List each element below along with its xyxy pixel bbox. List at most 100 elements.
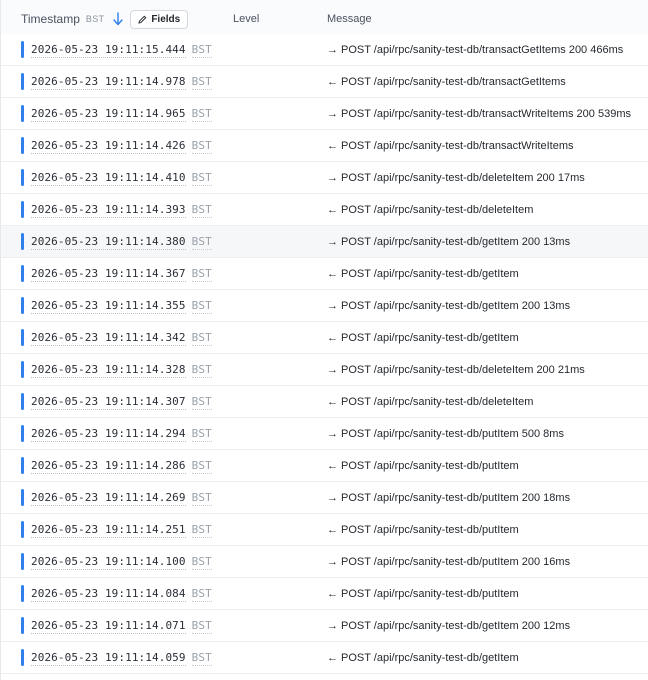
log-row[interactable]: 2026-05-23 19:11:14.342 BST ← POST /api/rpc… bbox=[1, 322, 648, 354]
log-row[interactable]: 2026-05-23 19:11:14.426 BST ← POST /api/rpc… bbox=[1, 130, 648, 162]
level-indicator bbox=[21, 425, 24, 442]
message-cell: → POST /api/rpc/sanity-test-db/transactWr… bbox=[327, 98, 631, 130]
direction-arrow-icon: ← bbox=[327, 332, 338, 344]
timestamp-value: 2026-05-23 19:11:14.380 bbox=[31, 235, 186, 250]
message-text: POST /api/rpc/sanity-test-db/transactWri… bbox=[341, 108, 631, 120]
message-cell: ← POST /api/rpc/sanity-test-db/transactWr… bbox=[327, 130, 574, 162]
log-row[interactable]: 2026-05-23 19:11:14.965 BST → POST /api/rpc… bbox=[1, 98, 648, 130]
log-row[interactable]: 2026-05-23 19:11:14.269 BST → POST /api/rpc… bbox=[1, 482, 648, 514]
message-text: POST /api/rpc/sanity-test-db/deleteItem bbox=[341, 396, 534, 408]
timestamp-cell[interactable]: 2026-05-23 19:11:14.294 BST bbox=[31, 418, 212, 450]
message-column-header[interactable]: Message bbox=[327, 0, 372, 38]
timestamp-timezone: BST bbox=[191, 75, 212, 90]
timestamp-cell[interactable]: 2026-05-23 19:11:14.342 BST bbox=[31, 322, 212, 354]
timestamp-cell[interactable]: 2026-05-23 19:11:14.393 BST bbox=[31, 194, 212, 226]
timestamp-timezone: BST bbox=[191, 299, 212, 314]
direction-arrow-icon: → bbox=[327, 428, 338, 440]
log-row[interactable]: 2026-05-23 19:11:14.100 BST → POST /api/rpc… bbox=[1, 546, 648, 578]
log-row[interactable]: 2026-05-23 19:11:14.355 BST → POST /api/rpc… bbox=[1, 290, 648, 322]
timestamp-cell[interactable]: 2026-05-23 19:11:14.328 BST bbox=[31, 354, 212, 386]
level-indicator bbox=[21, 553, 24, 570]
timestamp-column-header[interactable]: Timestamp BST Fields bbox=[21, 0, 189, 38]
message-text: POST /api/rpc/sanity-test-db/putItem 200… bbox=[341, 492, 571, 504]
timestamp-timezone: BST bbox=[191, 331, 212, 346]
timestamp-cell[interactable]: 2026-05-23 19:11:14.251 BST bbox=[31, 514, 212, 546]
level-indicator bbox=[21, 265, 24, 282]
timestamp-cell[interactable]: 2026-05-23 19:11:14.084 BST bbox=[31, 578, 212, 610]
timestamp-cell[interactable]: 2026-05-23 19:11:14.286 BST bbox=[31, 450, 212, 482]
timestamp-value: 2026-05-23 19:11:14.251 bbox=[31, 523, 186, 538]
timestamp-cell[interactable]: 2026-05-23 19:11:14.978 BST bbox=[31, 66, 212, 98]
log-row[interactable]: 2026-05-23 19:11:14.071 BST → POST /api/rpc… bbox=[1, 610, 648, 642]
level-indicator bbox=[21, 617, 24, 634]
log-row[interactable]: 2026-05-23 19:11:14.059 BST ← POST /api/rpc… bbox=[1, 642, 648, 674]
log-row[interactable]: 2026-05-23 19:11:14.380 BST → POST /api/rpc… bbox=[1, 226, 648, 258]
timestamp-timezone: BST bbox=[191, 235, 212, 250]
direction-arrow-icon: → bbox=[327, 44, 338, 56]
sort-descending-icon[interactable] bbox=[112, 11, 124, 27]
message-cell: → POST /api/rpc/sanity-test-db/getItem 20… bbox=[327, 290, 570, 322]
message-text: POST /api/rpc/sanity-test-db/putItem bbox=[341, 588, 519, 600]
log-row[interactable]: 2026-05-23 19:11:14.393 BST ← POST /api/rpc… bbox=[1, 194, 648, 226]
timestamp-value: 2026-05-23 19:11:14.307 bbox=[31, 395, 186, 410]
timestamp-value: 2026-05-23 19:11:14.410 bbox=[31, 171, 186, 186]
timestamp-timezone: BST bbox=[191, 491, 212, 506]
timezone-label: BST bbox=[85, 14, 105, 24]
message-text: POST /api/rpc/sanity-test-db/deleteItem … bbox=[341, 364, 585, 376]
timestamp-cell[interactable]: 2026-05-23 19:11:14.071 BST bbox=[31, 610, 212, 642]
level-indicator bbox=[21, 297, 24, 314]
message-text: POST /api/rpc/sanity-test-db/getItem bbox=[341, 652, 519, 664]
log-row[interactable]: 2026-05-23 19:11:14.294 BST → POST /api/rpc… bbox=[1, 418, 648, 450]
message-text: POST /api/rpc/sanity-test-db/putItem bbox=[341, 460, 519, 472]
message-text: POST /api/rpc/sanity-test-db/getItem 200… bbox=[341, 300, 571, 312]
message-text: POST /api/rpc/sanity-test-db/transactWri… bbox=[341, 140, 574, 152]
log-row[interactable]: 2026-05-23 19:11:14.084 BST ← POST /api/rpc… bbox=[1, 578, 648, 610]
log-row[interactable]: 2026-05-23 19:11:14.978 BST ← POST /api/rpc… bbox=[1, 66, 648, 98]
message-cell: ← POST /api/rpc/sanity-test-db/putItem bbox=[327, 514, 519, 546]
direction-arrow-icon: → bbox=[327, 492, 338, 504]
timestamp-cell[interactable]: 2026-05-23 19:11:14.100 BST bbox=[31, 546, 212, 578]
log-row[interactable]: 2026-05-23 19:11:14.286 BST ← POST /api/rpc… bbox=[1, 450, 648, 482]
timestamp-cell[interactable]: 2026-05-23 19:11:14.059 BST bbox=[31, 642, 212, 674]
level-indicator bbox=[21, 457, 24, 474]
message-text: POST /api/rpc/sanity-test-db/putItem 200… bbox=[341, 556, 571, 568]
message-text: POST /api/rpc/sanity-test-db/deleteItem bbox=[341, 204, 534, 216]
timestamp-timezone: BST bbox=[191, 651, 212, 666]
fields-button-label: Fields bbox=[151, 13, 181, 25]
direction-arrow-icon: ← bbox=[327, 652, 338, 664]
level-column-header[interactable]: Level bbox=[233, 0, 259, 38]
timestamp-timezone: BST bbox=[191, 555, 212, 570]
timestamp-cell[interactable]: 2026-05-23 19:11:14.355 BST bbox=[31, 290, 212, 322]
message-text: POST /api/rpc/sanity-test-db/getItem 200… bbox=[341, 236, 571, 248]
timestamp-cell[interactable]: 2026-05-23 19:11:14.269 BST bbox=[31, 482, 212, 514]
timestamp-timezone: BST bbox=[191, 171, 212, 186]
log-row[interactable]: 2026-05-23 19:11:14.307 BST ← POST /api/rpc… bbox=[1, 386, 648, 418]
level-indicator bbox=[21, 489, 24, 506]
log-row[interactable]: 2026-05-23 19:11:14.251 BST ← POST /api/rpc… bbox=[1, 514, 648, 546]
level-indicator bbox=[21, 521, 24, 538]
timestamp-cell[interactable]: 2026-05-23 19:11:14.380 BST bbox=[31, 226, 212, 258]
log-row[interactable]: 2026-05-23 19:11:14.367 BST ← POST /api/rpc… bbox=[1, 258, 648, 290]
timestamp-cell[interactable]: 2026-05-23 19:11:15.444 BST bbox=[31, 34, 212, 66]
direction-arrow-icon: ← bbox=[327, 204, 338, 216]
direction-arrow-icon: → bbox=[327, 556, 338, 568]
fields-button[interactable]: Fields bbox=[130, 9, 189, 29]
log-table: Timestamp BST Fields Level Message 2026-… bbox=[0, 0, 648, 680]
log-row[interactable]: 2026-05-23 19:11:15.444 BST → POST /api/rpc… bbox=[1, 34, 648, 66]
timestamp-timezone: BST bbox=[191, 395, 212, 410]
log-row[interactable]: 2026-05-23 19:11:14.328 BST → POST /api/rpc… bbox=[1, 354, 648, 386]
timestamp-cell[interactable]: 2026-05-23 19:11:14.367 BST bbox=[31, 258, 212, 290]
message-text: POST /api/rpc/sanity-test-db/putItem bbox=[341, 524, 519, 536]
message-cell: → POST /api/rpc/sanity-test-db/deleteItem… bbox=[327, 162, 585, 194]
timestamp-value: 2026-05-23 19:11:14.342 bbox=[31, 331, 186, 346]
pencil-icon bbox=[138, 15, 147, 24]
message-cell: → POST /api/rpc/sanity-test-db/getItem 20… bbox=[327, 226, 570, 258]
timestamp-value: 2026-05-23 19:11:14.071 bbox=[31, 619, 186, 634]
level-indicator bbox=[21, 329, 24, 346]
timestamp-cell[interactable]: 2026-05-23 19:11:14.426 BST bbox=[31, 130, 212, 162]
timestamp-cell[interactable]: 2026-05-23 19:11:14.965 BST bbox=[31, 98, 212, 130]
log-row[interactable]: 2026-05-23 19:11:14.410 BST → POST /api/rpc… bbox=[1, 162, 648, 194]
timestamp-cell[interactable]: 2026-05-23 19:11:14.307 BST bbox=[31, 386, 212, 418]
timestamp-timezone: BST bbox=[191, 459, 212, 474]
timestamp-cell[interactable]: 2026-05-23 19:11:14.410 BST bbox=[31, 162, 212, 194]
